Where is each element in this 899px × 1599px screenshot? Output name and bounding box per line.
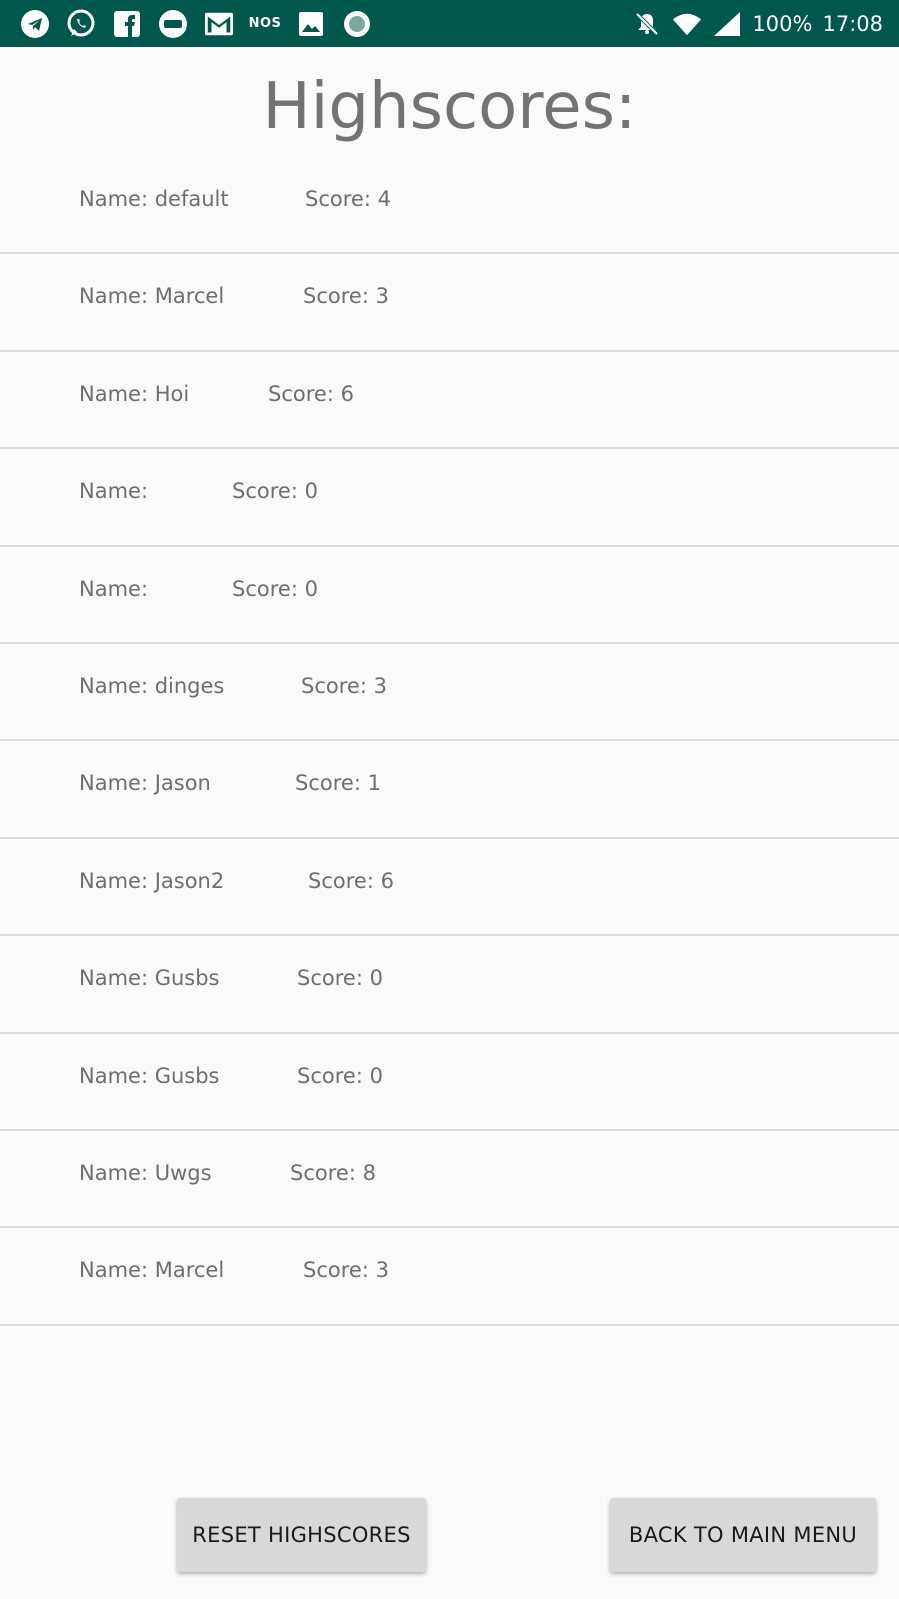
record-icon [342,9,372,39]
entry-name: Name: Gusbs [79,1063,220,1088]
list-item: Name: Score: 0 [0,547,899,644]
entry-score: Score: 0 [297,966,383,991]
entry-name: Name: Hoi [79,381,190,406]
entry-score: Score: 1 [295,771,381,796]
entry-score: Score: 6 [308,868,394,893]
entry-name: Name: [79,576,149,601]
entry-name: Name: Jason [79,771,211,796]
nos-icon: NOS [248,16,282,31]
entry-name: Name: Gusbs [79,966,220,991]
battery-percentage: 100% [752,11,813,36]
telegram-icon [20,9,50,39]
entry-name: Name: default [79,187,229,211]
signal-icon [712,9,742,39]
reset-highscores-button[interactable]: RESET HIGHSCORES [177,1498,426,1572]
notification-icons: NOS [20,0,372,47]
entry-score: Score: 8 [290,1160,376,1185]
entry-score: Score: 0 [297,1063,383,1088]
entry-score: Score: 0 [232,576,318,601]
wifi-icon [672,9,702,39]
status-bar: NOS 100% 17:08 [0,0,899,47]
whatsapp-icon [66,9,96,39]
entry-name: Name: [79,479,149,504]
list-item: Name: Uwgs Score: 8 [0,1131,899,1229]
entry-name: Name: dinges [79,673,225,698]
entry-name: Name: Marcel [79,284,225,309]
image-icon [296,9,326,39]
list-item: Name: Score: 0 [0,449,899,547]
entry-name: Name: Marcel [79,1258,225,1283]
list-item: Name: Gusbs Score: 0 [0,936,899,1034]
list-item: Name: Jason2 Score: 6 [0,839,899,937]
entry-score: Score: 4 [305,187,391,211]
list-item: Name: Gusbs Score: 0 [0,1034,899,1131]
entry-score: Score: 3 [303,1258,389,1283]
system-status: 100% 17:08 [632,0,883,47]
entry-score: Score: 3 [303,284,389,309]
page-title: Highscores: [262,70,637,144]
list-item: Name: dinges Score: 3 [0,644,899,742]
list-item: Name: Marcel Score: 3 [0,1228,899,1326]
gmail-icon [204,9,234,39]
entry-score: Score: 3 [301,673,387,698]
list-item: Name: Hoi Score: 6 [0,352,899,450]
notifications-off-icon [632,9,662,39]
entry-name: Name: Uwgs [79,1160,212,1185]
facebook-icon [112,9,142,39]
clock: 17:08 [822,11,883,36]
list-item: Name: Marcel Score: 3 [0,254,899,352]
entry-score: Score: 6 [268,381,354,406]
list-item: Name: default Score: 4 [0,157,899,255]
back-to-main-menu-button[interactable]: BACK TO MAIN MENU [610,1498,876,1572]
nu-icon [158,9,188,39]
list-item: Name: Jason Score: 1 [0,741,899,839]
highscore-list: Name: default Score: 4 Name: Marcel Score:… [0,157,899,1326]
entry-name: Name: Jason2 [79,868,225,893]
entry-score: Score: 0 [232,479,318,504]
